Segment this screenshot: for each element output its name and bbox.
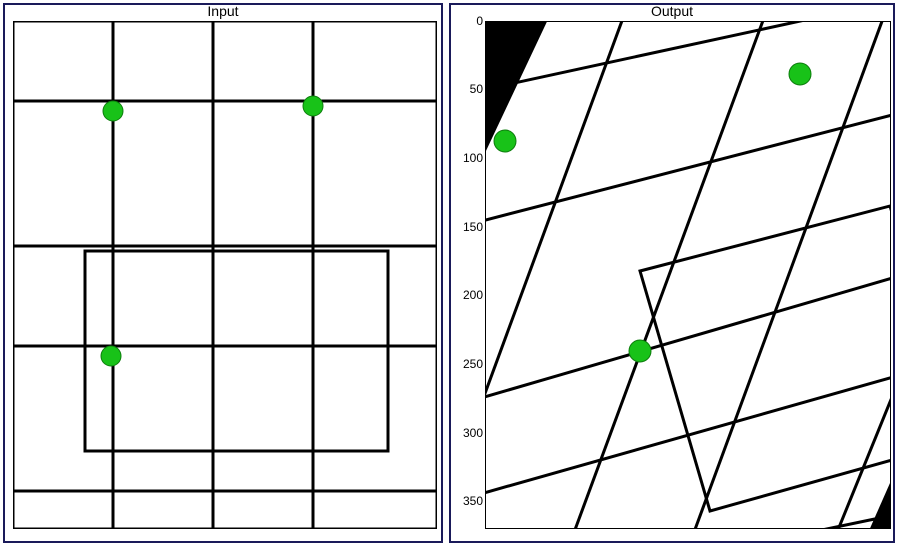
plot-area-input xyxy=(13,21,437,529)
ytick: 250 xyxy=(455,357,483,371)
figure: Input xyxy=(0,0,900,550)
output-svg xyxy=(485,21,891,529)
title-output: Output xyxy=(451,3,893,19)
ytick: 0 xyxy=(455,14,483,28)
subplot-output: Output 0 50 100 150 200 250 300 350 xyxy=(449,3,895,543)
point xyxy=(494,130,516,152)
point xyxy=(629,340,651,362)
ytick: 50 xyxy=(455,82,483,96)
input-svg xyxy=(13,21,437,529)
warped-image-bg xyxy=(485,21,891,529)
point xyxy=(101,346,121,366)
point xyxy=(303,96,323,116)
ytick: 200 xyxy=(455,288,483,302)
point xyxy=(103,101,123,121)
ytick: 350 xyxy=(455,494,483,508)
plot-area-output xyxy=(485,21,891,529)
point xyxy=(789,63,811,85)
ytick: 100 xyxy=(455,151,483,165)
subplot-input: Input xyxy=(3,3,443,543)
ytick: 300 xyxy=(455,426,483,440)
title-input: Input xyxy=(5,3,441,19)
inner-rect xyxy=(85,251,388,451)
ytick: 150 xyxy=(455,220,483,234)
